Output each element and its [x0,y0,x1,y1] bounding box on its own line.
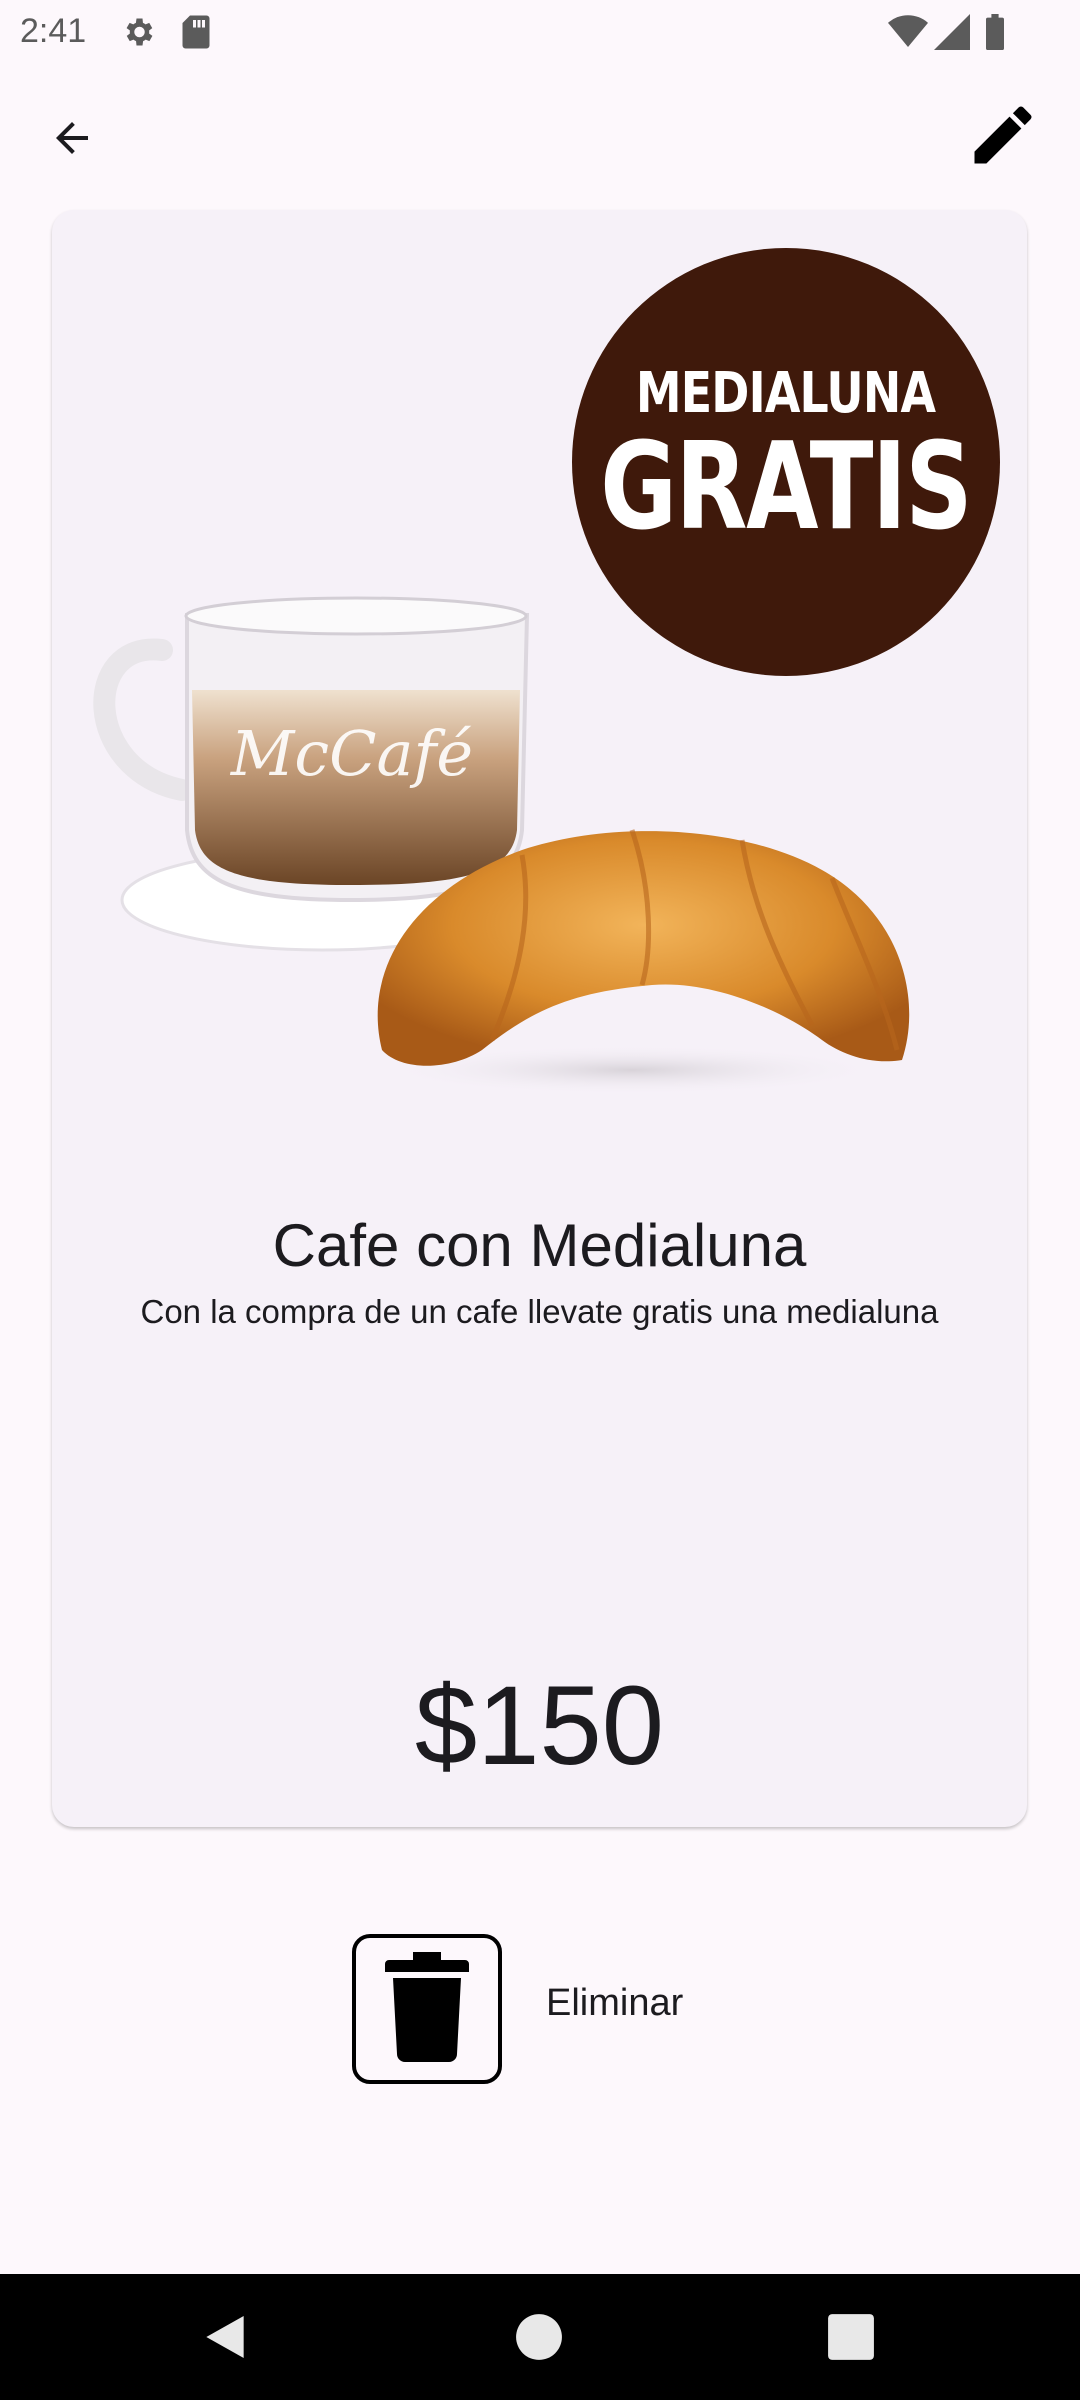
delete-label[interactable]: Eliminar [546,1982,683,2025]
status-time: 2:41 [20,12,87,50]
nav-recents-icon[interactable] [818,2304,884,2370]
trash-icon [385,1951,469,2067]
battery-icon [984,14,1006,55]
nav-back-icon[interactable] [192,2304,258,2370]
pencil-edit-icon [965,97,1041,178]
screen: 2:41 McCafé MEDIALUNA GRATIS Cafe con Me… [0,0,1080,2400]
promotion-image: McCafé MEDIALUNA GRATIS [52,210,1027,1110]
promotion-description: Con la compra de un cafe llevate gratis … [140,1293,939,1330]
system-nav-bar [0,2274,1080,2400]
promotion-card[interactable]: McCafé MEDIALUNA GRATIS Cafe con Medialu… [52,210,1027,1827]
signal-icon [934,14,970,55]
arrow-back-icon [48,114,96,167]
wifi-icon [888,14,928,55]
cup-brand-logo: McCafé [230,717,473,790]
promo-line-2: GRATIS [600,418,973,557]
promotion-price: $150 [414,1663,665,1788]
app-bar [0,64,1080,208]
promo-line-1: MEDIALUNA [636,361,936,426]
delete-button[interactable] [352,1934,502,2084]
nav-home-icon[interactable] [506,2304,572,2370]
settings-icon [120,14,156,55]
sd-card-icon [180,14,212,55]
edit-button[interactable] [958,92,1048,182]
back-button[interactable] [32,100,112,180]
promotion-title: Cafe con Medialuna [272,1212,807,1279]
status-bar: 2:41 [0,0,1080,64]
promo-badge: MEDIALUNA GRATIS [572,248,1000,676]
